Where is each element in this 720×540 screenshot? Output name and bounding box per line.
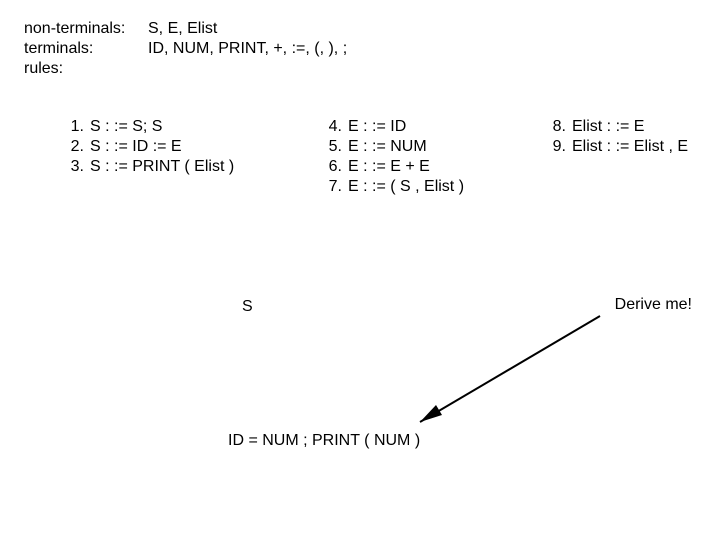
rule-item: 5. E : := NUM xyxy=(320,138,544,156)
rule-item: 1. S : := S; S xyxy=(62,118,320,136)
rule-number: 9. xyxy=(544,138,566,156)
rule-body: E : := ( S , Elist ) xyxy=(348,178,464,196)
rule-number: 3. xyxy=(62,158,84,176)
rule-body: E : := NUM xyxy=(348,138,427,156)
rule-item: 7. E : := ( S , Elist ) xyxy=(320,178,544,196)
rules-column-3: 8. Elist : := E 9. Elist : := Elist , E xyxy=(544,118,688,198)
rules-label-row: rules: xyxy=(24,60,347,78)
rule-number: 7. xyxy=(320,178,342,196)
rule-body: Elist : := E xyxy=(572,118,644,136)
nonterminals-row: non-terminals: S, E, Elist xyxy=(24,20,347,38)
arrow-icon xyxy=(400,310,620,440)
rule-number: 1. xyxy=(62,118,84,136)
rules-columns: 1. S : := S; S 2. S : := ID := E 3. S : … xyxy=(0,118,720,198)
rules-column-1: 1. S : := S; S 2. S : := ID := E 3. S : … xyxy=(62,118,320,198)
rules-label: rules: xyxy=(24,60,148,78)
terminals-row: terminals: ID, NUM, PRINT, +, :=, (, ), … xyxy=(24,40,347,58)
rule-item: 8. Elist : := E xyxy=(544,118,688,136)
rule-body: Elist : := Elist , E xyxy=(572,138,688,156)
rule-body: S : := ID := E xyxy=(90,138,182,156)
rules-column-2: 4. E : := ID 5. E : := NUM 6. E : := E +… xyxy=(320,118,544,198)
rule-item: 9. Elist : := Elist , E xyxy=(544,138,688,156)
rule-item: 3. S : := PRINT ( Elist ) xyxy=(62,158,320,176)
rule-body: E : := E + E xyxy=(348,158,430,176)
rule-item: 6. E : := E + E xyxy=(320,158,544,176)
nonterminals-value: S, E, Elist xyxy=(148,20,217,38)
rule-number: 5. xyxy=(320,138,342,156)
rule-body: E : := ID xyxy=(348,118,406,136)
rule-item: 4. E : := ID xyxy=(320,118,544,136)
rule-number: 6. xyxy=(320,158,342,176)
derive-label: Derive me! xyxy=(615,296,692,314)
terminals-label: terminals: xyxy=(24,40,148,58)
rule-item: 2. S : := ID := E xyxy=(62,138,320,156)
grammar-definitions: non-terminals: S, E, Elist terminals: ID… xyxy=(24,20,347,80)
nonterminals-label: non-terminals: xyxy=(24,20,148,38)
target-string: ID = NUM ; PRINT ( NUM ) xyxy=(228,432,420,450)
rule-number: 2. xyxy=(62,138,84,156)
rule-body: S : := S; S xyxy=(90,118,162,136)
rule-body: S : := PRINT ( Elist ) xyxy=(90,158,234,176)
rule-number: 8. xyxy=(544,118,566,136)
rule-number: 4. xyxy=(320,118,342,136)
terminals-value: ID, NUM, PRINT, +, :=, (, ), ; xyxy=(148,40,347,58)
start-symbol: S xyxy=(242,298,253,316)
